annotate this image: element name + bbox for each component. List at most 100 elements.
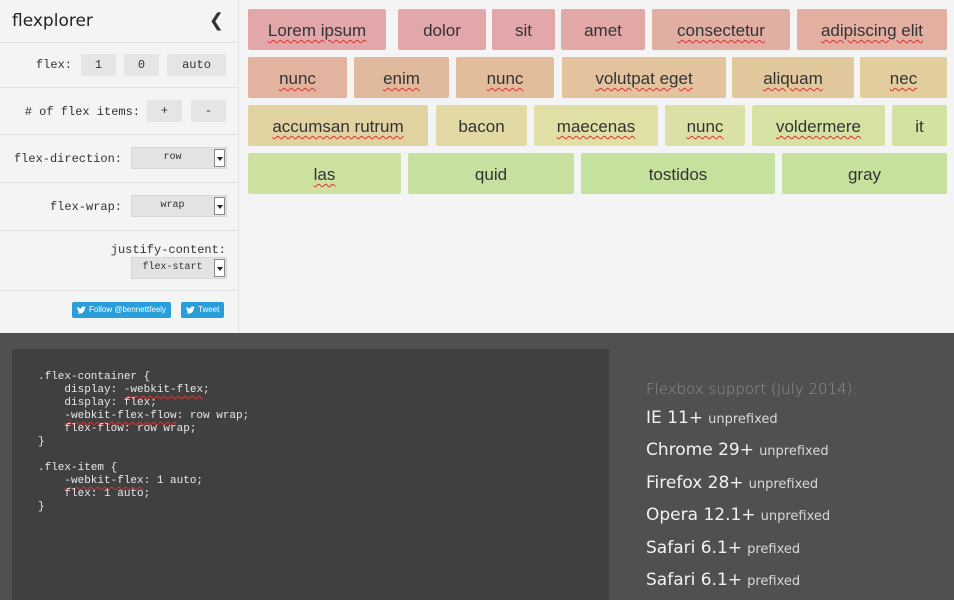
- browser-name: Opera 12.1+: [646, 505, 756, 525]
- flex-item[interactable]: voldermere: [752, 105, 885, 146]
- flex-item[interactable]: amet: [561, 9, 645, 50]
- browser-name: Chrome 29+: [646, 440, 754, 460]
- flex-item-label: enim: [383, 69, 420, 88]
- sidebar: flexplorer ❮ flex: 1 0 auto # of flex it…: [0, 0, 239, 333]
- flex-control: flex: 1 0 auto: [0, 43, 238, 88]
- follow-button[interactable]: Follow @bennettfeely: [72, 302, 172, 318]
- flex-item-label: volutpat eget: [595, 69, 693, 88]
- flex-item-label: maecenas: [556, 117, 636, 136]
- twitter-icon: [186, 306, 195, 314]
- flex-item[interactable]: las: [248, 153, 401, 194]
- flex-direction-control: flex-direction: row: [0, 135, 238, 183]
- flex-item[interactable]: nunc: [248, 57, 347, 98]
- flex-item-label: voldermere: [775, 117, 862, 136]
- browser-row: Safari 6.1+ prefixed: [646, 538, 800, 558]
- code-line: -webkit-flex: 1 auto;: [64, 475, 204, 487]
- flex-label: flex:: [35, 58, 72, 72]
- browser-row: Chrome 29+ unprefixed: [646, 440, 829, 460]
- add-item-button[interactable]: +: [147, 100, 182, 122]
- code-token: -webkit-flex: [123, 384, 204, 396]
- item-count-control: # of flex items: + -: [0, 88, 238, 135]
- browser-row: IE 11+ unprefixed: [646, 408, 778, 428]
- code-line: display: flex;: [38, 397, 157, 409]
- flex-item-label: Lorem ipsum: [267, 21, 367, 40]
- browser-note: unprefixed: [760, 509, 831, 524]
- sidebar-header: flexplorer ❮: [0, 0, 238, 43]
- flex-basis-value[interactable]: auto: [167, 54, 226, 76]
- flex-item[interactable]: Lorem ipsum: [248, 9, 386, 50]
- code-panel: .flex-container { display: -webkit-flex;…: [12, 349, 609, 600]
- twitter-icon: [77, 306, 86, 314]
- browser-name: IE 11+: [646, 408, 704, 428]
- flex-item[interactable]: tostidos: [581, 153, 775, 194]
- flex-item[interactable]: volutpat eget: [562, 57, 726, 98]
- browser-note: prefixed: [747, 542, 801, 557]
- browser-row: Firefox 28+ unprefixed: [646, 473, 818, 493]
- code-line: }: [38, 436, 45, 448]
- browser-name: Safari 6.1+: [646, 538, 743, 558]
- flex-item[interactable]: enim: [354, 57, 449, 98]
- remove-item-button[interactable]: -: [191, 100, 226, 122]
- flex-item[interactable]: adipiscing elit: [797, 9, 947, 50]
- social-buttons: Follow @bennettfeely Tweet: [0, 291, 238, 331]
- flex-shrink-value[interactable]: 0: [124, 54, 159, 76]
- flex-item-label: amet: [584, 21, 622, 40]
- flex-item-label: adipiscing elit: [820, 21, 924, 40]
- flex-item[interactable]: sit: [492, 9, 555, 50]
- flex-item-label: las: [313, 165, 336, 184]
- flex-wrap-label: flex-wrap:: [49, 200, 122, 214]
- flex-item[interactable]: nec: [860, 57, 947, 98]
- code-line: .flex-item {: [38, 462, 118, 474]
- flex-item[interactable]: nunc: [665, 105, 745, 146]
- chevron-down-icon: [214, 149, 225, 167]
- flex-item[interactable]: dolor: [398, 9, 486, 50]
- flex-direction-select[interactable]: row: [131, 147, 227, 169]
- flex-item[interactable]: consectetur: [652, 9, 790, 50]
- flex-grow-value[interactable]: 1: [81, 54, 116, 76]
- justify-content-label: justify-content:: [110, 243, 226, 257]
- css-code-block: .flex-container { display: -webkit-flex;…: [38, 371, 249, 514]
- justify-content-control: justify-content: flex-start: [0, 231, 238, 291]
- chevron-down-icon: [214, 259, 225, 277]
- flex-item[interactable]: bacon: [436, 105, 527, 146]
- flex-item[interactable]: gray: [782, 153, 947, 194]
- flex-item-label: gray: [847, 165, 882, 184]
- flex-item-label: nunc: [279, 69, 316, 88]
- tweet-button[interactable]: Tweet: [181, 302, 225, 318]
- flex-wrap-select[interactable]: wrap: [131, 195, 227, 217]
- code-line: display: -webkit-flex;: [38, 384, 210, 396]
- chevron-left-icon[interactable]: ❮: [209, 9, 224, 31]
- flex-item[interactable]: maecenas: [534, 105, 658, 146]
- justify-content-value: flex-start: [142, 262, 203, 273]
- code-line: flex: 1 auto;: [38, 488, 151, 500]
- flex-item-label: it: [915, 117, 924, 136]
- flex-wrap-value: wrap: [160, 200, 185, 211]
- flex-direction-label: flex-direction:: [13, 152, 122, 166]
- flex-item-label: accumsan rutrum: [272, 117, 404, 136]
- flex-item[interactable]: nunc: [456, 57, 554, 98]
- flex-item-label: consectetur: [677, 21, 765, 40]
- code-token: -webkit-flex-flow: [64, 410, 177, 422]
- browser-name: Safari 6.1+: [646, 570, 743, 590]
- browser-note: unprefixed: [708, 412, 778, 427]
- flex-item-label: dolor: [423, 21, 461, 40]
- code-line: .flex-container {: [38, 371, 151, 383]
- chevron-down-icon: [214, 197, 225, 215]
- flex-item[interactable]: quid: [408, 153, 574, 194]
- flex-item[interactable]: accumsan rutrum: [248, 105, 428, 146]
- justify-content-select[interactable]: flex-start: [131, 257, 227, 279]
- tweet-label: Tweet: [198, 305, 220, 314]
- flex-direction-value: row: [163, 152, 182, 163]
- code-token: -webkit-flex: [64, 475, 144, 487]
- flex-item[interactable]: aliquam: [732, 57, 854, 98]
- flex-wrap-control: flex-wrap: wrap: [0, 183, 238, 231]
- browser-note: unprefixed: [759, 444, 829, 459]
- support-title: Flexbox support (July 2014):: [646, 380, 858, 398]
- flex-item-label: quid: [474, 165, 508, 184]
- bottom-panel: .flex-container { display: -webkit-flex;…: [0, 333, 954, 600]
- flex-item-label: sit: [515, 21, 532, 40]
- flex-item-label: nec: [889, 69, 918, 88]
- flex-container-demo: Lorem ipsum dolor sit amet consectetur a…: [240, 0, 954, 333]
- flex-item[interactable]: it: [892, 105, 947, 146]
- item-count-label: # of flex items:: [24, 105, 140, 119]
